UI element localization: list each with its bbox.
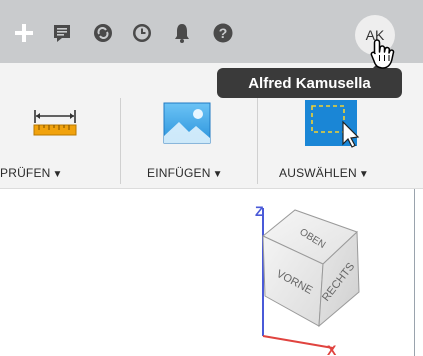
top-toolbar: ? AK [0,0,423,63]
tool-pruefen[interactable]: PRÜFEN ▼ [0,166,63,180]
bell-icon[interactable] [170,21,194,45]
insert-image-icon[interactable] [163,102,211,149]
tool-auswaehlen[interactable]: AUSWÄHLEN ▼ [279,166,369,180]
viewcube[interactable]: OBEN VORNE RECHTS Z X [235,188,385,356]
tool-einfuegen[interactable]: EINFÜGEN ▼ [147,166,223,180]
comment-icon[interactable] [50,21,74,45]
ribbon-separator [257,98,258,184]
help-icon[interactable]: ? [211,21,235,45]
job-status-icon[interactable] [91,21,115,45]
plus-icon[interactable] [12,21,36,45]
clock-icon[interactable] [130,21,154,45]
select-cursor-icon[interactable] [305,100,361,153]
hand-cursor-icon [369,38,397,72]
measure-ruler-icon[interactable] [32,106,78,143]
ribbon-separator [120,98,121,184]
user-name-tooltip: Alfred Kamusella [217,61,402,98]
axis-x-label: X [327,342,337,356]
axis-z-label: Z [255,203,264,219]
canvas-border [414,189,415,356]
svg-text:?: ? [219,25,228,41]
